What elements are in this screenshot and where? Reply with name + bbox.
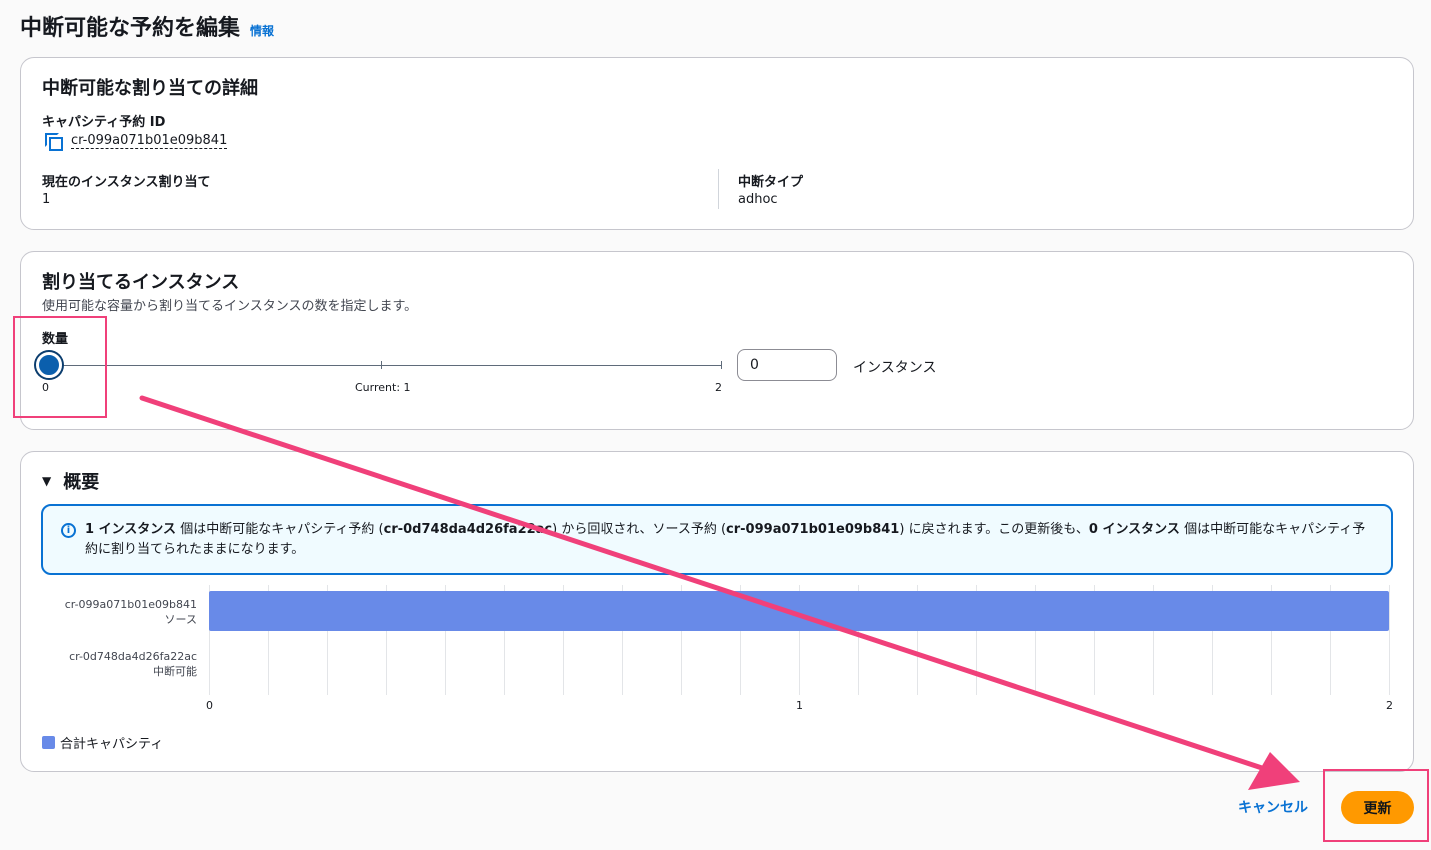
chart-x-tick-label: 1 [796, 699, 803, 712]
chart-gridline [1389, 585, 1390, 695]
interrupt-type-value: adhoc [738, 192, 778, 207]
column-divider [718, 169, 719, 209]
chart-bar [209, 591, 1389, 631]
annotation-highlight-update [1323, 769, 1429, 842]
page-header: 中断可能な予約を編集 情報 [20, 10, 274, 42]
reservation-id-label: キャパシティ予約 ID [42, 115, 166, 130]
legend-swatch [42, 736, 55, 749]
summary-header[interactable]: ▼ 概要 [42, 468, 99, 494]
quantity-input[interactable]: 0 [737, 349, 837, 381]
slider-tick-max [721, 361, 722, 369]
info-icon: i [61, 523, 76, 538]
slider-track[interactable] [49, 365, 721, 366]
slider-current-label: Current: 1 [355, 381, 411, 394]
chart-x-tick-label: 0 [206, 699, 213, 712]
current-alloc-label: 現在のインスタンス割り当て [42, 175, 211, 190]
summary-title: 概要 [63, 472, 100, 493]
info-alert: i 1 インスタンス 個は中断可能なキャパシティ予約 (cr-0d748da4d… [41, 504, 1393, 575]
unit-label: インスタンス [853, 360, 937, 376]
page-title: 中断可能な予約を編集 [20, 16, 241, 41]
allocation-title: 割り当てるインスタンス [42, 272, 240, 293]
chart-category-label: cr-0d748da4d26fa22ac 中断可能 [69, 650, 197, 678]
details-panel: 中断可能な割り当ての詳細 キャパシティ予約 ID cr-099a071b01e0… [20, 57, 1414, 230]
summary-panel: ▼ 概要 i 1 インスタンス 個は中断可能なキャパシティ予約 (cr-0d74… [20, 451, 1414, 772]
chart-x-tick-label: 2 [1386, 699, 1393, 712]
quantity-input-value: 0 [750, 357, 759, 373]
annotation-highlight-quantity [13, 316, 107, 418]
current-alloc-value: 1 [42, 192, 51, 207]
copy-icon[interactable] [45, 133, 63, 151]
info-link[interactable]: 情報 [250, 22, 274, 39]
interrupt-type-label: 中断タイプ [738, 175, 804, 190]
reservation-id-row: cr-099a071b01e09b841 [45, 133, 228, 151]
alert-text: 1 インスタンス 個は中断可能なキャパシティ予約 (cr-0d748da4d26… [85, 522, 1366, 557]
allocation-panel: 割り当てるインスタンス 使用可能な容量から割り当てるインスタンスの数を指定します… [20, 251, 1414, 430]
reservation-id-value[interactable]: cr-099a071b01e09b841 [71, 133, 228, 149]
slider-max-label: 2 [715, 381, 722, 394]
caret-down-icon[interactable]: ▼ [42, 474, 51, 488]
cancel-button[interactable]: キャンセル [1238, 797, 1308, 817]
allocation-description: 使用可能な容量から割り当てるインスタンスの数を指定します。 [42, 299, 418, 314]
slider-tick-current [381, 361, 382, 369]
chart-category-label: cr-099a071b01e09b841 ソース [64, 598, 197, 626]
legend-label: 合計キャパシティ [60, 737, 164, 752]
details-title: 中断可能な割り当ての詳細 [42, 78, 258, 99]
